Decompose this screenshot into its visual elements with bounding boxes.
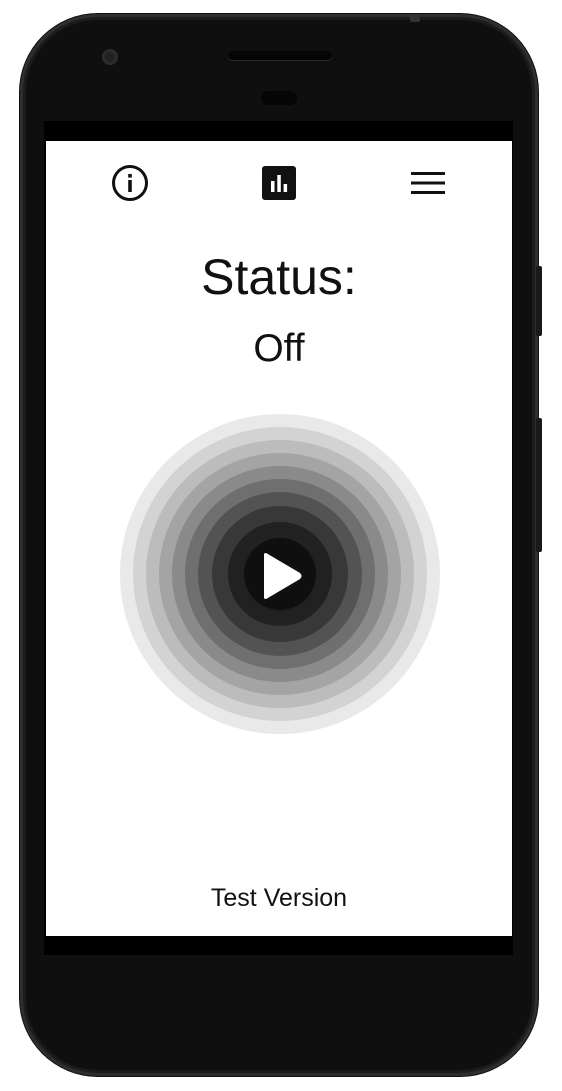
- menu-button[interactable]: [406, 161, 450, 205]
- power-button: [536, 266, 542, 336]
- status-value: Off: [253, 327, 305, 370]
- earpiece-speaker: [228, 51, 332, 60]
- version-label: Test Version: [210, 884, 348, 912]
- stats-button[interactable]: [257, 161, 301, 205]
- bar-chart-icon: [262, 166, 296, 200]
- status-title: Status:: [201, 249, 357, 305]
- info-button[interactable]: [108, 161, 152, 205]
- hamburger-menu-icon: [411, 172, 445, 194]
- app-screen: Status: Off Test Version: [46, 141, 512, 936]
- front-camera: [102, 49, 118, 65]
- volume-button: [536, 418, 542, 552]
- top-antenna-band: [410, 14, 420, 22]
- play-control[interactable]: [120, 414, 440, 734]
- play-icon: [264, 553, 302, 599]
- proximity-sensor: [261, 91, 297, 105]
- info-icon: [112, 165, 148, 201]
